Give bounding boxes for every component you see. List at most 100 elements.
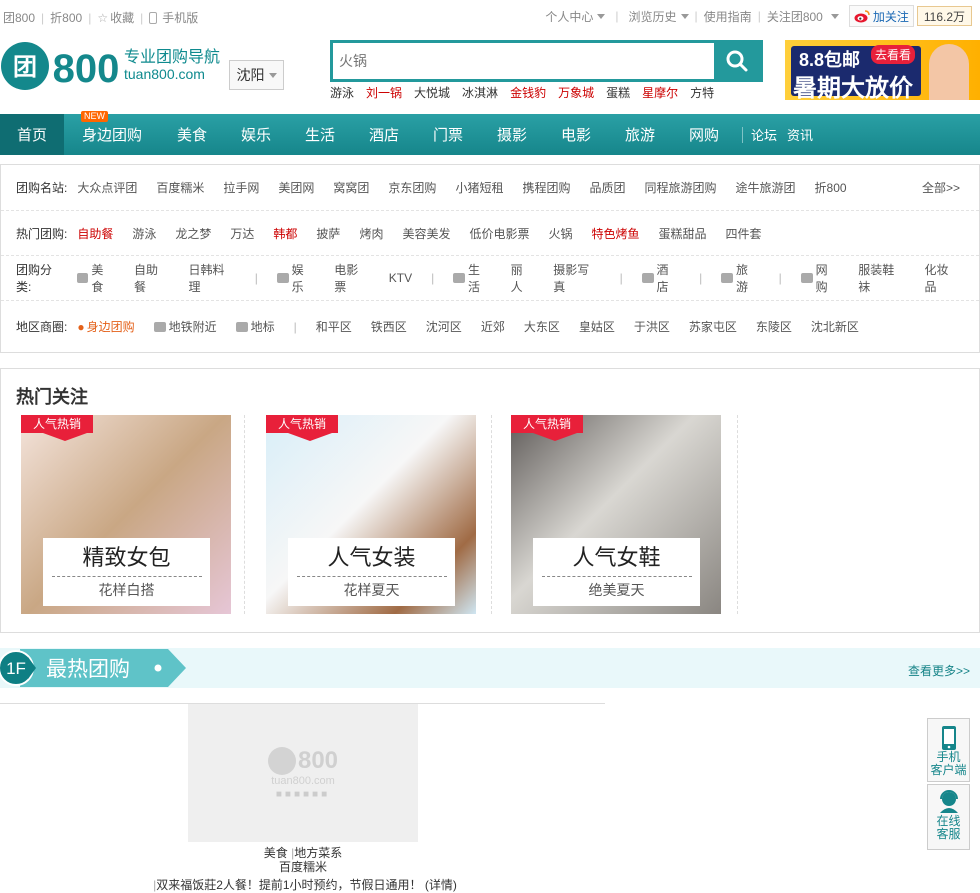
link-zhe800[interactable]: 折800 [50, 9, 82, 26]
category-link[interactable]: 化妆品 [925, 261, 960, 295]
hot-deal-link[interactable]: 烤肉 [359, 225, 383, 242]
landmark-link[interactable]: 地标 [235, 318, 275, 335]
hot-word[interactable]: 大悦城 [414, 84, 450, 101]
hot-deal-link[interactable]: 四件套 [726, 225, 762, 242]
site-link[interactable]: 品质团 [589, 179, 625, 196]
hot-deal-link[interactable]: 披萨 [316, 225, 340, 242]
area-link[interactable]: 大东区 [524, 318, 560, 335]
category-link[interactable]: 摄影写真 [553, 261, 600, 295]
hot-deal-link[interactable]: 游泳 [132, 225, 156, 242]
site-link[interactable]: 拉手网 [223, 179, 259, 196]
site-link[interactable]: 携程团购 [522, 179, 570, 196]
hot-deal-link[interactable]: 低价电影票 [469, 225, 529, 242]
area-link[interactable]: 东陵区 [756, 318, 792, 335]
side-app-button[interactable]: 手机 客户端 [927, 718, 970, 782]
area-link[interactable]: 苏家屯区 [689, 318, 737, 335]
search-input[interactable] [333, 43, 714, 79]
deal-image-placeholder[interactable]: 800 tuan800.com ■■■■■■ [188, 704, 418, 842]
nav-item-6[interactable]: 门票 [416, 114, 480, 155]
site-link[interactable]: 同程旅游团购 [644, 179, 716, 196]
metro-link[interactable]: 地铁附近 [153, 318, 217, 335]
category-link[interactable]: KTV [389, 271, 412, 285]
area-link[interactable]: 沈北新区 [811, 318, 859, 335]
floor-number: 1F [6, 659, 26, 678]
category-link[interactable]: 生活 [453, 261, 491, 295]
side-service-button[interactable]: 在线 客服 [927, 784, 970, 850]
floor-more-link[interactable]: 查看更多>> [908, 662, 970, 679]
deal-detail-link[interactable]: (详情) [425, 878, 457, 892]
promo-banner[interactable]: 8.8包邮 去看看 暑期大放价 [785, 40, 980, 100]
hot-word[interactable]: 万象城 [558, 84, 594, 101]
site-link[interactable]: 京东团购 [388, 179, 436, 196]
hot-deal-link[interactable]: 特色烤鱼 [592, 225, 640, 242]
hot-deal-link[interactable]: 蛋糕甜品 [659, 225, 707, 242]
nav-item-4[interactable]: 生活 [288, 114, 352, 155]
link-tuan800[interactable]: 团800 [3, 9, 35, 26]
nav-item-3[interactable]: 娱乐 [224, 114, 288, 155]
site-link[interactable]: 小猪短租 [455, 179, 503, 196]
category-link[interactable]: 酒店 [641, 261, 680, 295]
guide-link[interactable]: 使用指南 [704, 8, 752, 25]
site-link[interactable]: 折800 [815, 179, 847, 196]
area-link[interactable]: 近郊 [481, 318, 505, 335]
hot-deal-link[interactable]: 自助餐 [77, 225, 113, 242]
deal-description[interactable]: |双来福饭莊2人餐！提前1小时预约，节假日通用！ (详情) [140, 876, 470, 893]
category-link[interactable]: 网购 [800, 261, 839, 295]
area-link[interactable]: 沈河区 [426, 318, 462, 335]
weibo-follow-button[interactable]: 加关注 [848, 5, 914, 27]
site-link[interactable]: 途牛旅游团 [736, 179, 796, 196]
show-all-sites[interactable]: 全部>> [922, 179, 960, 196]
hot-word[interactable]: 蛋糕 [606, 84, 630, 101]
hot-word[interactable]: 游泳 [330, 84, 354, 101]
hot-card-2[interactable]: 人气热销 人气女鞋 绝美夏天 [511, 415, 721, 614]
nav-item-9[interactable]: 旅游 [608, 114, 672, 155]
hot-card-0[interactable]: 人气热销 精致女包 花样白搭 [21, 415, 231, 614]
nav-item-10[interactable]: 网购 [672, 114, 736, 155]
nav-item-0[interactable]: 首页 [0, 114, 64, 155]
site-link[interactable]: 窝窝团 [333, 179, 369, 196]
area-link[interactable]: 铁西区 [371, 318, 407, 335]
nav-item-1[interactable]: 身边团购 NEW [64, 111, 160, 155]
hot-word[interactable]: 冰淇淋 [462, 84, 498, 101]
site-link[interactable]: 百度糯米 [156, 179, 204, 196]
area-link[interactable]: 于洪区 [634, 318, 670, 335]
mobile-link[interactable]: 手机版 [149, 9, 198, 26]
hot-word[interactable]: 金钱豹 [510, 84, 546, 101]
category-link[interactable]: 日韩料理 [188, 261, 235, 295]
hot-deal-link[interactable]: 美容美发 [402, 225, 450, 242]
filter-row-hot: 热门团购: 自助餐 游泳 龙之梦 万达 韩都 披萨 烤肉 美容美发 低价电影票 火锅 特色烤鱼 蛋糕甜品… [1, 211, 979, 256]
category-link[interactable]: 娱乐 [276, 261, 315, 295]
category-link[interactable]: 服装鞋袜 [858, 261, 905, 295]
site-link[interactable]: 大众点评团 [77, 179, 137, 196]
category-link[interactable]: 电影票 [334, 261, 369, 295]
nav-item-5[interactable]: 酒店 [352, 114, 416, 155]
site-link[interactable]: 美团网 [278, 179, 314, 196]
nav-forum[interactable]: 论坛 [751, 125, 777, 144]
nav-item-7[interactable]: 摄影 [480, 114, 544, 155]
category-link[interactable]: 美食 [76, 261, 115, 295]
city-selector[interactable]: 沈阳 [229, 60, 284, 90]
area-link[interactable]: 皇姑区 [579, 318, 615, 335]
favorite-link[interactable]: ☆ 收藏 [97, 9, 134, 26]
nav-item-8[interactable]: 电影 [544, 114, 608, 155]
hot-word[interactable]: 星摩尔 [642, 84, 678, 101]
category-link[interactable]: 自助餐 [134, 261, 169, 295]
area-link[interactable]: 和平区 [316, 318, 352, 335]
search-button[interactable] [714, 43, 760, 79]
hot-deal-link[interactable]: 火锅 [548, 225, 572, 242]
nav-news[interactable]: 资讯 [787, 125, 813, 144]
follow-menu[interactable]: 关注团800 [767, 8, 839, 25]
category-link[interactable]: 丽人 [511, 261, 535, 295]
hot-deal-link[interactable]: 龙之梦 [175, 225, 211, 242]
hot-card-1[interactable]: 人气热销 人气女装 花样夏天 [266, 415, 476, 614]
hot-word[interactable]: 方特 [690, 84, 714, 101]
hot-deal-link[interactable]: 韩都 [273, 225, 297, 242]
history-menu[interactable]: 浏览历史 [629, 8, 689, 25]
nearby-link[interactable]: ● 身边团购 [77, 318, 134, 335]
hot-deal-link[interactable]: 万达 [230, 225, 254, 242]
user-center-menu[interactable]: 个人中心 [545, 8, 606, 25]
hot-word[interactable]: 刘一锅 [366, 84, 402, 101]
nav-item-2[interactable]: 美食 [160, 114, 224, 155]
category-link[interactable]: 旅游 [721, 261, 759, 295]
site-logo[interactable]: 团 800 专业团购导航 tuan800.com [0, 40, 220, 92]
